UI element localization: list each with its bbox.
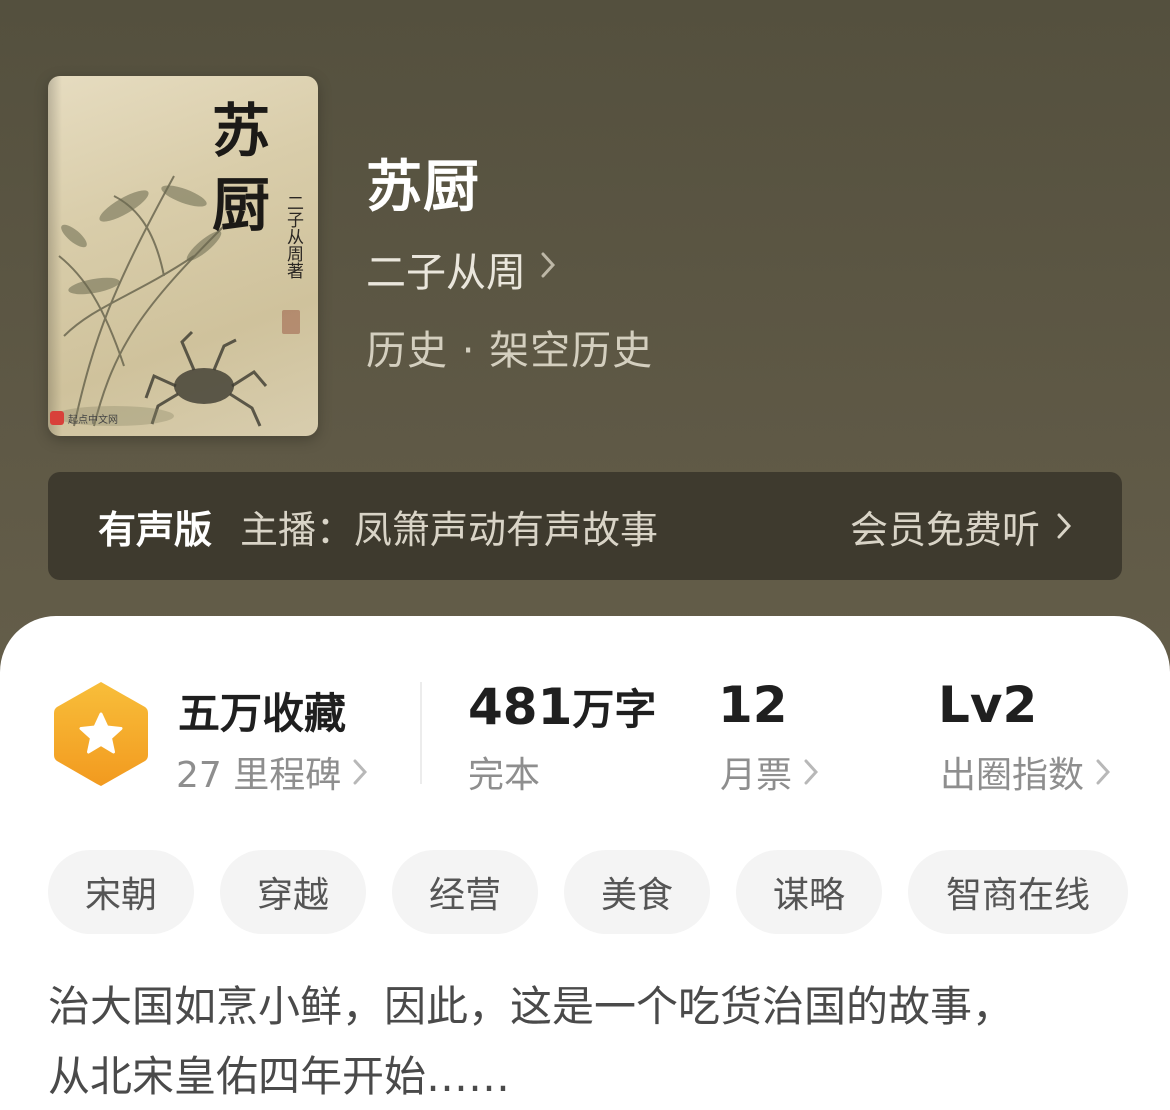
cover-title-char: 厨 [211,171,270,239]
book-detail-card: 五万收藏 27 里程碑 481万字 完本 12 月票 Lv2 出圈指数 宋朝 穿… [0,616,1170,1110]
audio-host-text: 主播：凤箫声动有声故事 [240,507,659,552]
author-name: 二子从周 [366,250,526,296]
book-description[interactable]: 治大国如烹小鲜，因此，这是一个吃货治国的故事， 从北宋皇佑四年开始…… [48,972,1128,1110]
word-count: 481万字 [468,676,656,737]
collection-count: 五万收藏 [178,689,347,738]
description-line: 从北宋皇佑四年开始…… [48,1052,511,1101]
book-cover-image[interactable]: 苏 厨 二子从周著 起点中文网 [48,76,318,436]
milestones-label: 27 里程碑 [176,755,342,796]
popularity-index-label: 出圈指数 [940,755,1085,796]
chevron-right-icon [1057,513,1072,539]
chevron-right-icon [540,251,556,287]
tag-chip[interactable]: 智商在线 [908,850,1128,934]
publisher-name: 起点中文网 [68,414,118,426]
monthly-votes-number: 12 [718,676,788,734]
cover-seal-stamp [282,310,300,334]
word-count-number: 481 [468,678,573,736]
tag-chip[interactable]: 经营 [392,850,538,934]
chevron-right-icon [804,759,819,785]
member-free-listen-button[interactable]: 会员免费听 [850,499,1072,554]
word-count-unit: 万字 [572,685,657,734]
audio-edition-bar[interactable]: 有声版 主播：凤箫声动有声故事 会员免费听 [48,472,1122,580]
tag-list: 宋朝 穿越 经营 美食 谋略 智商在线 [48,850,1128,934]
cover-publisher-logo: 起点中文网 [50,408,118,428]
book-header: 苏 厨 二子从周著 起点中文网 苏厨 二子从周 历史 · 架空历史 有声版 主播… [0,0,1170,660]
description-line: 治大国如烹小鲜，因此，这是一个吃货治国的故事， [48,982,1015,1031]
cover-author-vertical: 二子从周著 [283,194,303,279]
book-title: 苏厨 [366,155,480,220]
book-category[interactable]: 历史 · 架空历史 [366,318,653,376]
cover-title-char: 苏 [211,97,270,165]
milestones-link[interactable]: 27 里程碑 [176,746,368,798]
chevron-right-icon [353,759,368,785]
popularity-index-link[interactable]: 出圈指数 [940,746,1111,798]
monthly-votes-link[interactable]: 月票 [720,746,819,798]
publisher-logo-icon [50,411,64,425]
member-free-listen-label: 会员免费听 [849,507,1040,552]
popularity-level-value: Lv2 [938,676,1038,734]
monthly-votes-label: 月票 [720,755,793,796]
tag-chip[interactable]: 美食 [564,850,710,934]
book-stats-row: 五万收藏 27 里程碑 481万字 完本 12 月票 Lv2 出圈指数 [0,616,1170,816]
completion-status: 完本 [468,755,541,796]
monthly-votes-count: 12 [718,676,788,734]
author-link[interactable]: 二子从周 [366,240,556,298]
popularity-level: Lv2 [938,676,1037,734]
stats-divider [420,682,422,784]
tag-chip[interactable]: 穿越 [220,850,366,934]
collection-star-badge-icon [54,682,148,786]
tag-chip[interactable]: 谋略 [736,850,882,934]
audio-edition-label: 有声版 [98,507,213,552]
tag-chip[interactable]: 宋朝 [48,850,194,934]
chevron-right-icon [1096,759,1111,785]
